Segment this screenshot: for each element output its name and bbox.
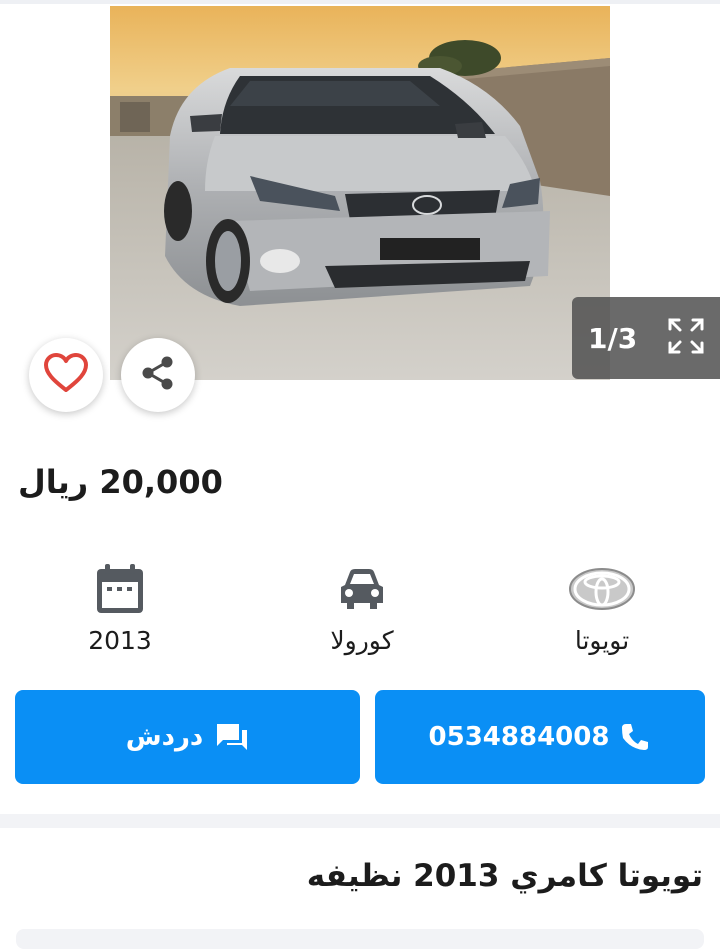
spec-model-value: كورولا xyxy=(330,626,394,655)
chevron-right-icon[interactable] xyxy=(640,154,676,190)
calendar-icon xyxy=(94,562,146,620)
spec-year: 2013 xyxy=(40,560,200,655)
phone-icon xyxy=(619,721,651,753)
chat-button-label: دردش xyxy=(125,722,204,752)
chevron-left-icon[interactable] xyxy=(42,154,78,190)
favorite-button[interactable] xyxy=(29,338,103,412)
car-photo[interactable] xyxy=(110,6,610,380)
call-button[interactable]: 0534884008 xyxy=(375,690,705,784)
section-divider xyxy=(0,814,720,828)
chat-button[interactable]: دردش xyxy=(15,690,360,784)
chat-icon xyxy=(215,722,249,752)
fullscreen-icon[interactable] xyxy=(666,316,706,360)
gallery-counter-panel[interactable]: 1/3 xyxy=(572,297,720,379)
car-icon xyxy=(335,565,389,617)
listing-title: تويوتا كامري 2013 نظيفه xyxy=(306,858,703,894)
toyota-logo-icon xyxy=(567,566,637,616)
spec-model: كورولا xyxy=(282,560,442,655)
image-gallery[interactable]: 1/3 xyxy=(0,4,720,380)
spec-make: تويوتا xyxy=(522,560,682,655)
next-section-card xyxy=(16,929,704,949)
image-counter: 1/3 xyxy=(588,321,638,355)
phone-number: 0534884008 xyxy=(428,722,610,752)
share-button[interactable] xyxy=(121,338,195,412)
share-icon xyxy=(139,354,177,396)
listing-price: 20,000 ريال xyxy=(18,463,223,501)
spec-make-value: تويوتا xyxy=(574,626,630,655)
spec-year-value: 2013 xyxy=(88,626,152,655)
heart-icon xyxy=(43,352,89,398)
